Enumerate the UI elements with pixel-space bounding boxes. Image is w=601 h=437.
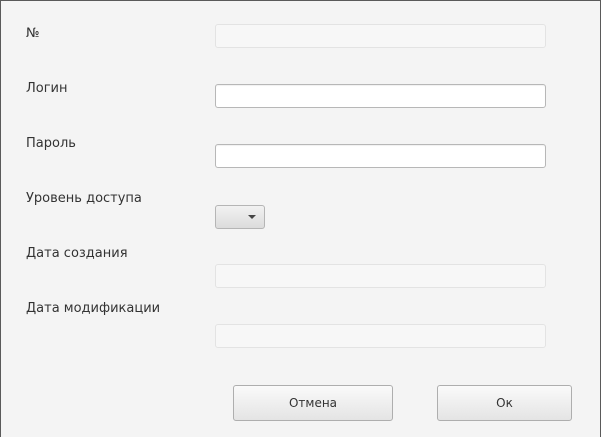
access-level-label: Уровень доступа — [26, 191, 142, 206]
chevron-down-icon — [248, 215, 256, 219]
id-label: № — [26, 26, 40, 41]
password-field[interactable] — [215, 144, 546, 168]
created-date-field[interactable] — [215, 264, 546, 288]
access-level-combo[interactable] — [215, 205, 265, 229]
ok-button[interactable]: Ок — [437, 385, 572, 421]
cancel-button[interactable]: Отмена — [233, 385, 393, 421]
modified-date-label: Дата модификации — [26, 301, 161, 316]
id-field[interactable] — [215, 24, 546, 48]
login-field[interactable] — [215, 84, 546, 108]
password-label: Пароль — [26, 136, 76, 151]
modified-date-field[interactable] — [215, 324, 546, 348]
login-label: Логин — [26, 81, 68, 96]
created-date-label: Дата создания — [26, 246, 128, 261]
